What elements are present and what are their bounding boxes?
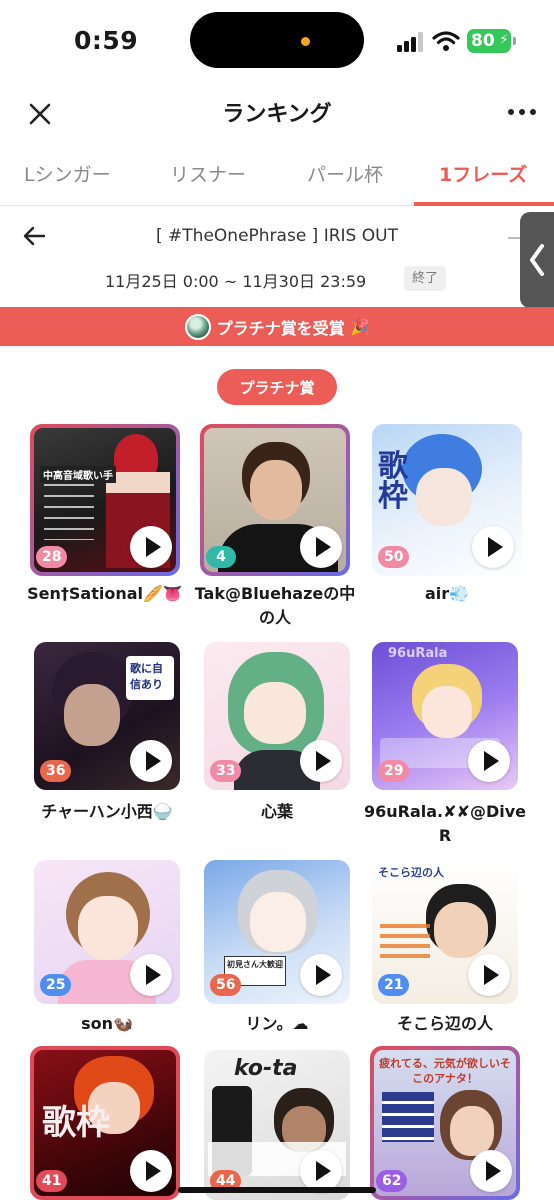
entry-name[interactable]: son🦦 bbox=[24, 1012, 190, 1036]
entry-count-badge: 4 bbox=[206, 546, 236, 568]
entry-count-badge: 36 bbox=[40, 760, 72, 782]
battery-icon: 80 ⚡ bbox=[467, 29, 511, 53]
play-icon bbox=[487, 537, 503, 557]
play-button[interactable] bbox=[300, 740, 342, 782]
event-status-badge: 終了 bbox=[404, 266, 447, 291]
play-button[interactable] bbox=[468, 740, 510, 782]
home-indicator[interactable] bbox=[178, 1187, 376, 1193]
play-button[interactable] bbox=[300, 954, 342, 996]
entry-art-text: 歌枠 bbox=[378, 449, 408, 514]
play-icon bbox=[315, 965, 331, 985]
entry-count-badge: 50 bbox=[378, 546, 410, 568]
event-navigator: [ #TheOnePhrase ] IRIS OUT 11月25日 0:00 ~… bbox=[0, 207, 554, 307]
entry-count-badge: 21 bbox=[378, 974, 410, 996]
play-button[interactable] bbox=[470, 1150, 512, 1192]
entry-name[interactable]: チャーハン小西🍚 bbox=[24, 800, 190, 824]
entry-count-badge: 28 bbox=[36, 546, 68, 568]
tab-pearl-cup[interactable]: パール杯 bbox=[307, 160, 383, 187]
entry-thumbnail[interactable]: ko-ta 44 bbox=[204, 1050, 350, 1200]
play-button[interactable] bbox=[468, 954, 510, 996]
entry-name[interactable]: Tak@Bluehazeの中の人 bbox=[192, 582, 358, 630]
cellular-signal-icon bbox=[397, 32, 425, 52]
entry-thumbnail[interactable]: 25 bbox=[34, 860, 180, 1004]
entry-count-badge: 33 bbox=[210, 760, 242, 782]
entry-art-text: 中高音域歌い手 bbox=[40, 466, 116, 483]
ranking-tabs: Lシンガー リスナー パール杯 1フレーズ bbox=[0, 144, 554, 206]
battery-level: 80 bbox=[471, 31, 495, 51]
entry-name[interactable]: 96uRala.✘✘@DiveR bbox=[362, 800, 528, 848]
event-period: 11月25日 0:00 ~ 11月30日 23:59 bbox=[105, 272, 367, 291]
entry-count-badge: 29 bbox=[378, 760, 410, 782]
page-title: ランキング bbox=[222, 102, 332, 127]
entry-count-badge: 56 bbox=[210, 974, 242, 996]
entry-art-text: 96uRala bbox=[388, 646, 448, 661]
play-icon bbox=[145, 751, 161, 771]
entry-name[interactable]: リン。☁ bbox=[194, 1012, 360, 1036]
tab-one-phrase[interactable]: 1フレーズ bbox=[439, 160, 527, 187]
play-button[interactable] bbox=[300, 526, 342, 568]
entry-name[interactable]: air💨 bbox=[364, 582, 530, 606]
entry-art-text: 歌に自信あり bbox=[126, 656, 174, 700]
play-button[interactable] bbox=[130, 954, 172, 996]
entry-art-text: 疲れてる、元気が欲しいそこのアナタ！ bbox=[379, 1057, 511, 1085]
entry-name[interactable]: Sen†Sational🥖👅 bbox=[22, 582, 188, 606]
play-icon bbox=[315, 537, 331, 557]
play-button[interactable] bbox=[130, 1150, 172, 1192]
entry-thumbnail[interactable]: 初見さん大歓迎 56 bbox=[204, 860, 350, 1004]
entry-count-badge: 41 bbox=[36, 1170, 68, 1192]
tab-listener[interactable]: リスナー bbox=[170, 160, 246, 187]
app-header: ランキング bbox=[0, 84, 554, 144]
entry-count-badge: 62 bbox=[376, 1170, 408, 1192]
chevron-left-icon bbox=[530, 244, 544, 276]
entry-thumbnail[interactable]: 歌に自信あり 36 bbox=[34, 642, 180, 790]
entry-thumbnail[interactable]: 33 bbox=[204, 642, 350, 790]
play-button[interactable] bbox=[472, 526, 514, 568]
play-icon bbox=[483, 965, 499, 985]
award-banner[interactable]: プラチナ賞を受賞 🎉 bbox=[0, 307, 554, 346]
play-icon bbox=[145, 965, 161, 985]
entry-art-text: そこら辺の人 bbox=[378, 866, 444, 879]
play-icon bbox=[485, 1161, 501, 1181]
entry-name[interactable]: 心葉 bbox=[194, 800, 360, 824]
side-panel-handle[interactable] bbox=[520, 212, 554, 308]
award-banner-text: プラチナ賞を受賞 bbox=[216, 318, 345, 338]
entry-thumbnail[interactable]: 疲れてる、元気が欲しいそこのアナタ！ 62 bbox=[370, 1046, 520, 1200]
play-icon bbox=[483, 751, 499, 771]
entry-thumbnail[interactable]: 96uRala 29 bbox=[372, 642, 518, 790]
party-popper-icon: 🎉 bbox=[350, 317, 370, 336]
entry-thumbnail[interactable]: 歌枠 50 bbox=[372, 424, 522, 576]
play-icon bbox=[145, 537, 161, 557]
privacy-indicator-dot bbox=[301, 37, 310, 46]
dynamic-island bbox=[190, 12, 364, 68]
award-section-label: プラチナ賞 bbox=[217, 369, 337, 405]
entry-thumbnail[interactable]: 中高音域歌い手 28 bbox=[30, 424, 180, 576]
play-button[interactable] bbox=[300, 1150, 342, 1192]
event-title: [ #TheOnePhrase ] IRIS OUT bbox=[156, 226, 398, 246]
entry-thumbnail[interactable]: 歌枠 41 bbox=[30, 1046, 180, 1200]
status-time: 0:59 bbox=[74, 26, 139, 55]
play-icon bbox=[315, 1161, 331, 1181]
entry-art-text: 歌枠 bbox=[42, 1103, 110, 1143]
status-bar: 0:59 80 ⚡ bbox=[0, 0, 554, 84]
entry-name[interactable]: そこら辺の人 bbox=[362, 1012, 528, 1036]
entry-thumbnail[interactable]: そこら辺の人 21 bbox=[372, 860, 518, 1004]
wifi-icon bbox=[432, 31, 460, 51]
play-button[interactable] bbox=[130, 740, 172, 782]
play-icon bbox=[145, 1161, 161, 1181]
play-icon bbox=[315, 751, 331, 771]
entry-thumbnail[interactable]: 4 bbox=[200, 424, 350, 576]
avatar bbox=[184, 313, 211, 340]
play-button[interactable] bbox=[130, 526, 172, 568]
entry-art-text: ko-ta bbox=[234, 1056, 298, 1081]
tab-l-singer[interactable]: Lシンガー bbox=[24, 160, 111, 187]
active-tab-indicator bbox=[414, 202, 554, 206]
more-options-icon[interactable] bbox=[506, 100, 538, 124]
entry-count-badge: 25 bbox=[40, 974, 72, 996]
